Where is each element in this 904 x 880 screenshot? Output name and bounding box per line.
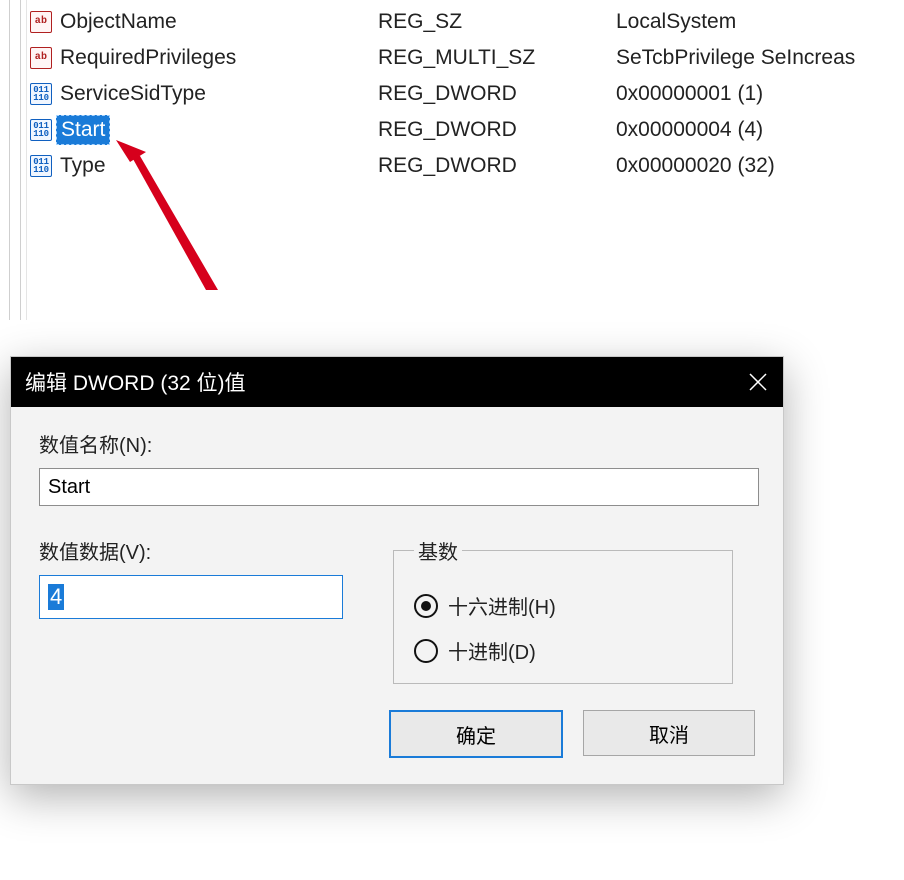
- radio-dec[interactable]: 十进制(D): [414, 636, 712, 665]
- value-data-label: 数值数据(V):: [39, 536, 393, 565]
- value-data: 0x00000004 (4): [616, 118, 904, 142]
- ok-button-label: 确定: [456, 720, 496, 749]
- value-data-input[interactable]: 4: [39, 575, 343, 619]
- value-name-input[interactable]: [39, 468, 759, 506]
- reg-sz-icon: ab: [30, 11, 52, 33]
- table-row[interactable]: ab ObjectName REG_SZLocalSystem: [30, 4, 904, 40]
- value-name: ServiceSidType: [60, 82, 206, 106]
- dialog-title: 编辑 DWORD (32 位)值: [25, 367, 733, 397]
- value-type: REG_SZ: [378, 10, 616, 34]
- base-legend: 基数: [414, 536, 462, 565]
- ok-button[interactable]: 确定: [389, 710, 563, 758]
- reg-dword-icon: 011110: [30, 83, 52, 105]
- divider: [26, 0, 27, 320]
- value-type: REG_DWORD: [378, 154, 616, 178]
- table-row[interactable]: 011110Start REG_DWORD0x00000004 (4): [30, 112, 904, 148]
- value-name: RequiredPrivileges: [60, 46, 236, 70]
- reg-dword-icon: 011110: [30, 155, 52, 177]
- tree-edge: [0, 0, 20, 320]
- value-type: REG_MULTI_SZ: [378, 46, 616, 70]
- reg-sz-icon: ab: [30, 47, 52, 69]
- value-name: Start: [56, 115, 110, 145]
- value-name: ObjectName: [60, 10, 177, 34]
- radio-hex-label: 十六进制(H): [448, 591, 556, 620]
- base-group: 基数 十六进制(H) 十进制(D): [393, 536, 733, 684]
- value-type: REG_DWORD: [378, 82, 616, 106]
- close-icon: [749, 373, 767, 391]
- value-name: Type: [60, 154, 106, 178]
- edit-dword-dialog: 编辑 DWORD (32 位)值 数值名称(N): 数值数据(V): 4 基数: [10, 356, 784, 785]
- radio-dec-dot: [414, 639, 438, 663]
- table-row[interactable]: 011110 ServiceSidType REG_DWORD0x00000001 …: [30, 76, 904, 112]
- cancel-button[interactable]: 取消: [583, 710, 755, 756]
- value-name-label: 数值名称(N):: [39, 429, 755, 458]
- value-data: 0x00000001 (1): [616, 82, 904, 106]
- value-type: REG_DWORD: [378, 118, 616, 142]
- radio-hex-dot: [414, 594, 438, 618]
- close-button[interactable]: [733, 357, 783, 407]
- value-data: 0x00000020 (32): [616, 154, 904, 178]
- dialog-titlebar[interactable]: 编辑 DWORD (32 位)值: [11, 357, 783, 407]
- table-row[interactable]: 011110 Type REG_DWORD0x00000020 (32): [30, 148, 904, 184]
- value-data-selection: 4: [48, 584, 64, 610]
- registry-value-list: ab ObjectName REG_SZLocalSystem ab RequiredP…: [0, 0, 904, 320]
- cancel-button-label: 取消: [649, 719, 689, 748]
- table-row[interactable]: ab RequiredPrivileges REG_MULTI_SZSeTcbPri…: [30, 40, 904, 76]
- value-data: SeTcbPrivilege SeIncreas: [616, 46, 904, 70]
- radio-dec-label: 十进制(D): [448, 636, 536, 665]
- radio-hex[interactable]: 十六进制(H): [414, 591, 712, 620]
- reg-dword-icon: 011110: [30, 119, 52, 141]
- value-data: LocalSystem: [616, 10, 904, 34]
